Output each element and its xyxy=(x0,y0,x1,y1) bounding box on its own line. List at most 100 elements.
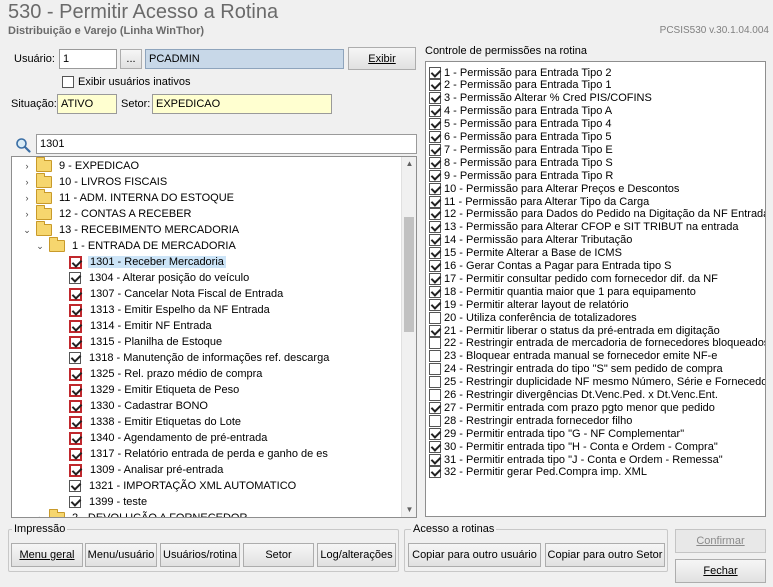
tree-item[interactable]: 1321 - IMPORTAÇÃO XML AUTOMATICO xyxy=(69,478,298,494)
tree-folder[interactable]: › 12 - CONTAS A RECEBER xyxy=(22,205,193,222)
routine-tree[interactable]: › 9 - EXPEDICAO › 10 - LIVROS FISCAIS › 11 - … xyxy=(11,156,417,518)
permission-item[interactable]: 7 - Permissão para Entrada Tipo E xyxy=(429,143,613,156)
close-button[interactable]: Fechar xyxy=(675,559,766,583)
tree-item[interactable]: 1309 - Analisar pré-entrada xyxy=(69,462,225,478)
scrollbar-thumb[interactable] xyxy=(404,217,414,332)
tree-item[interactable]: 1301 - Receber Mercadoria xyxy=(69,254,226,270)
tree-item-checkbox[interactable] xyxy=(69,319,82,333)
tree-folder[interactable]: ⌄ 13 - RECEBIMENTO MERCADORIA xyxy=(22,221,241,238)
permission-item[interactable]: 25 - Restringir duplicidade NF mesmo Núm… xyxy=(429,376,765,389)
tree-item-checkbox[interactable] xyxy=(69,272,81,284)
copy-to-sector-button[interactable]: Copiar para outro Setor xyxy=(545,543,665,567)
tree-item[interactable]: 1340 - Agendamento de pré-entrada xyxy=(69,430,269,446)
permission-item[interactable]: 16 - Gerar Contas a Pagar para Entrada t… xyxy=(429,260,671,273)
permission-checkbox[interactable] xyxy=(429,105,441,118)
permission-checkbox[interactable] xyxy=(429,401,441,414)
setor-button[interactable]: Setor xyxy=(243,543,314,567)
permission-checkbox[interactable] xyxy=(429,260,441,272)
permission-checkbox[interactable] xyxy=(429,298,441,311)
tree-item-checkbox[interactable] xyxy=(69,335,82,349)
permission-item[interactable]: 1 - Permissão para Entrada Tipo 2 xyxy=(429,66,612,79)
menu-geral-button[interactable]: Menu geral xyxy=(11,543,83,567)
tree-item-checkbox[interactable] xyxy=(69,415,82,429)
copy-to-user-button[interactable]: Copiar para outro usuário xyxy=(408,543,541,567)
tree-scrollbar[interactable]: ▲ ▼ xyxy=(401,157,416,517)
permission-checkbox[interactable] xyxy=(429,143,441,156)
permission-item[interactable]: 27 - Permitir entrada com prazo pgto men… xyxy=(429,401,715,414)
tree-item-checkbox[interactable] xyxy=(69,303,82,317)
scroll-up-icon[interactable]: ▲ xyxy=(402,157,416,171)
tree-item[interactable]: 1318 - Manutenção de informações ref. de… xyxy=(69,350,331,366)
permission-checkbox[interactable] xyxy=(429,350,441,363)
tree-item-checkbox[interactable] xyxy=(69,496,81,508)
tree-item-checkbox[interactable] xyxy=(69,480,81,492)
permissions-list[interactable]: 1 - Permissão para Entrada Tipo 22 - Per… xyxy=(425,61,766,517)
permission-item[interactable]: 20 - Utiliza conferência de totalizadore… xyxy=(429,311,637,324)
permission-item[interactable]: 8 - Permissão para Entrada Tipo S xyxy=(429,156,613,169)
permission-item[interactable]: 2 - Permissão para Entrada Tipo 1 xyxy=(429,79,612,92)
confirm-button[interactable]: Confirmar xyxy=(675,529,766,553)
permission-item[interactable]: 23 - Bloquear entrada manual se forneced… xyxy=(429,350,717,363)
tree-folder[interactable]: › 10 - LIVROS FISCAIS xyxy=(22,173,169,190)
tree-item[interactable]: 1338 - Emitir Etiquetas do Lote xyxy=(69,414,243,430)
permission-item[interactable]: 19 - Permitir alterar layout de relatóri… xyxy=(429,298,629,311)
tree-item[interactable]: 1314 - Emitir NF Entrada xyxy=(69,318,214,334)
permission-checkbox[interactable] xyxy=(429,79,441,92)
permission-checkbox[interactable] xyxy=(429,247,441,260)
tree-item-checkbox[interactable] xyxy=(69,447,82,461)
show-inactive-users[interactable]: Exibir usuários inativos xyxy=(62,76,191,88)
show-user-button[interactable]: Exibir xyxy=(348,47,416,70)
user-code-input[interactable]: 1 xyxy=(59,49,117,69)
permission-checkbox[interactable] xyxy=(429,285,441,298)
tree-item-checkbox[interactable] xyxy=(69,367,82,381)
permission-checkbox[interactable] xyxy=(429,66,441,79)
permission-item[interactable]: 15 - Permite Alterar a Base de ICMS xyxy=(429,247,622,260)
permission-item[interactable]: 4 - Permissão para Entrada Tipo A xyxy=(429,105,612,118)
permission-checkbox[interactable] xyxy=(429,234,441,247)
permission-item[interactable]: 10 - Permissão para Alterar Preços e Des… xyxy=(429,182,679,195)
permission-checkbox[interactable] xyxy=(429,389,441,401)
usuarios-rotina-button[interactable]: Usuários/rotina xyxy=(160,543,240,567)
permission-item[interactable]: 11 - Permissão para Alterar Tipo da Carg… xyxy=(429,195,649,208)
expand-arrow-icon[interactable]: › xyxy=(22,193,32,203)
permission-item[interactable]: 28 - Restringir entrada fornecedor filho xyxy=(429,414,632,427)
permission-item[interactable]: 24 - Restringir entrada do tipo "S" sem … xyxy=(429,363,723,376)
permission-item[interactable]: 32 - Permitir gerar Ped.Compra imp. XML xyxy=(429,466,647,479)
permission-checkbox[interactable] xyxy=(429,363,441,376)
tree-item[interactable]: 1329 - Emitir Etiqueta de Peso xyxy=(69,382,241,398)
permission-item[interactable]: 22 - Restringir entrada de mercadoria de… xyxy=(429,337,765,350)
tree-item[interactable]: 1325 - Rel. prazo médio de compra xyxy=(69,366,264,382)
permission-item[interactable]: 31 - Permitir entrada tipo "J - Conta e … xyxy=(429,453,723,466)
permission-checkbox[interactable] xyxy=(429,324,441,337)
permission-item[interactable]: 5 - Permissão para Entrada Tipo 4 xyxy=(429,118,612,131)
permission-checkbox[interactable] xyxy=(429,208,441,221)
permission-checkbox[interactable] xyxy=(429,118,441,131)
permission-item[interactable]: 13 - Permissão para Alterar CFOP e SIT T… xyxy=(429,221,738,234)
tree-item-checkbox[interactable] xyxy=(69,287,82,301)
permission-checkbox[interactable] xyxy=(429,272,441,285)
permission-item[interactable]: 12 - Permissão para Dados do Pedido na D… xyxy=(429,208,765,221)
collapse-arrow-icon[interactable]: ⌄ xyxy=(35,241,45,252)
permission-item[interactable]: 18 - Permitir quantia maior que 1 para e… xyxy=(429,285,696,298)
permission-checkbox[interactable] xyxy=(429,414,441,427)
expand-arrow-icon[interactable]: › xyxy=(35,513,45,517)
tree-item-checkbox[interactable] xyxy=(69,352,81,364)
tree-item-checkbox[interactable] xyxy=(69,255,82,269)
menu-usuario-button[interactable]: Menu/usuário xyxy=(85,543,157,567)
tree-folder[interactable]: ⌄ 1 - ENTRADA DE MERCADORIA xyxy=(35,237,238,254)
tree-item[interactable]: 1330 - Cadastrar BONO xyxy=(69,398,210,414)
permission-checkbox[interactable] xyxy=(429,92,441,105)
permission-item[interactable]: 3 - Permissão Alterar % Cred PIS/COFINS xyxy=(429,92,652,105)
tree-item-checkbox[interactable] xyxy=(69,431,82,445)
tree-item[interactable]: 1307 - Cancelar Nota Fiscal de Entrada xyxy=(69,286,285,302)
permission-item[interactable]: 26 - Restringir divergências Dt.Venc.Ped… xyxy=(429,389,718,402)
permission-checkbox[interactable] xyxy=(429,376,441,389)
tree-folder[interactable]: › 11 - ADM. INTERNA DO ESTOQUE xyxy=(22,189,236,206)
permission-checkbox[interactable] xyxy=(429,466,441,479)
tree-folder[interactable]: › 2 - DEVOLUÇÃO A FORNECEDOR xyxy=(35,509,249,517)
permission-checkbox[interactable] xyxy=(429,221,441,234)
tree-item-checkbox[interactable] xyxy=(69,399,82,413)
permission-checkbox[interactable] xyxy=(429,156,441,169)
permission-item[interactable]: 17 - Permitir consultar pedido com forne… xyxy=(429,272,718,285)
permission-checkbox[interactable] xyxy=(429,131,441,143)
